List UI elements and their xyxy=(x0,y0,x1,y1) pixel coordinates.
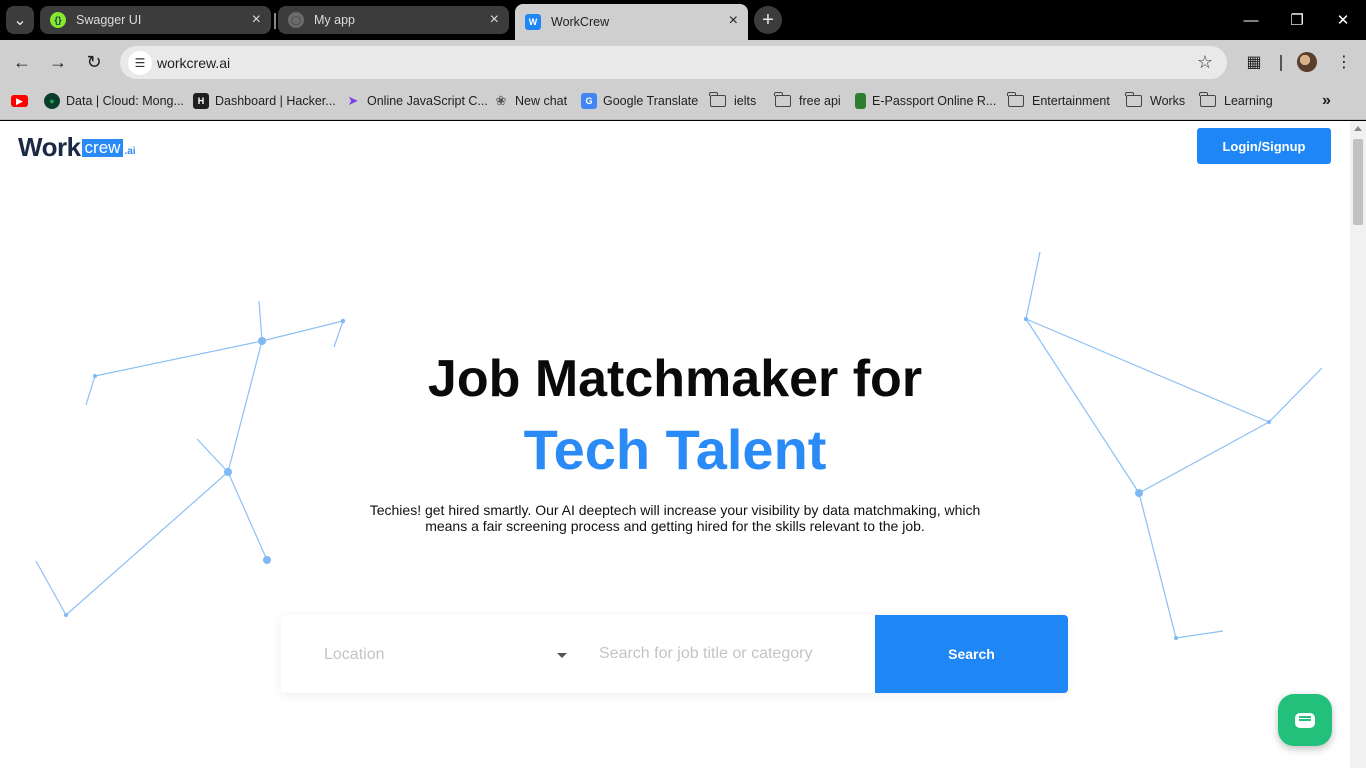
login-signup-button[interactable]: Login/Signup xyxy=(1197,128,1331,164)
javascript-icon: ➤ xyxy=(347,93,359,108)
chevron-down-icon: ⌄ xyxy=(13,12,27,29)
back-button[interactable]: ← xyxy=(10,50,34,74)
url-text[interactable]: workcrew.ai xyxy=(157,55,230,71)
star-icon[interactable]: ☆ xyxy=(1197,52,1213,73)
logo-ai-text: .ai xyxy=(124,146,136,157)
tab-my-app[interactable]: ◯ My app × xyxy=(278,6,509,34)
forward-button[interactable]: → xyxy=(46,50,70,74)
hero-title-line-1: Job Matchmaker for xyxy=(427,350,923,408)
logo-work-text: Work xyxy=(18,132,81,162)
bookmark-label: E-Passport Online R... xyxy=(872,94,997,108)
bookmark-label: New chat xyxy=(515,94,568,108)
chat-icon xyxy=(1295,712,1315,728)
folder-icon xyxy=(1007,92,1024,107)
scroll-thumb[interactable] xyxy=(1353,139,1363,225)
bookmark-label: free api xyxy=(799,94,841,108)
bookmark-folder-learning[interactable]: Learning xyxy=(1199,92,1273,110)
folder-icon xyxy=(709,92,726,107)
bookmark-label: Works xyxy=(1150,94,1186,108)
close-window-button[interactable]: ✕ xyxy=(1320,8,1366,32)
bookmark-label: Entertainment xyxy=(1032,94,1110,108)
plus-icon: + xyxy=(762,8,774,31)
job-search-input[interactable] xyxy=(599,639,859,669)
webpage: Work crew .ai Login/Signup Job Matchmake… xyxy=(0,121,1350,768)
restore-button[interactable]: ❐ xyxy=(1274,8,1320,32)
folder-icon xyxy=(1125,92,1142,107)
page-scrollbar[interactable] xyxy=(1350,121,1366,768)
bookmarks-bar: ▶ ● Data | Cloud: Mong... H Dashboard | … xyxy=(0,84,1366,120)
tab-title: My app xyxy=(314,13,355,27)
close-icon: ✕ xyxy=(1336,12,1350,29)
bookmark-javascript[interactable]: ➤ Online JavaScript C... xyxy=(345,92,488,110)
bookmark-hackerrank[interactable]: H Dashboard | Hacker... xyxy=(193,92,336,110)
bookmark-google-translate[interactable]: G Google Translate xyxy=(581,92,698,110)
swagger-icon: {} xyxy=(50,12,66,28)
location-select[interactable]: Location xyxy=(324,646,385,664)
hero-title-line-2: Tech Talent xyxy=(523,418,827,481)
search-button[interactable]: Search xyxy=(875,615,1068,693)
bookmark-label: Dashboard | Hacker... xyxy=(215,94,336,108)
tab-separator xyxy=(274,13,276,29)
workcrew-logo[interactable]: Work crew .ai xyxy=(18,131,136,161)
arrow-left-icon: ← xyxy=(13,51,31,72)
workcrew-icon: W xyxy=(525,14,541,30)
minimize-icon: — xyxy=(1243,11,1259,29)
reload-button[interactable]: ↻ xyxy=(82,50,106,74)
folder-icon xyxy=(1199,92,1216,107)
more-bookmarks-button[interactable]: » xyxy=(1322,92,1331,110)
hero-description: Techies! get hired smartly. Our AI deept… xyxy=(369,502,981,534)
address-bar[interactable]: ☰ workcrew.ai ☆ xyxy=(120,46,1227,79)
close-icon[interactable]: × xyxy=(252,12,261,28)
new-tab-button[interactable]: + xyxy=(754,6,782,34)
site-settings-icon[interactable]: ☰ xyxy=(128,51,152,75)
extensions-icon[interactable]: ▦ xyxy=(1243,51,1265,73)
passport-icon xyxy=(855,93,866,109)
chat-widget-button[interactable] xyxy=(1278,694,1332,746)
restore-icon: ❐ xyxy=(1290,12,1304,29)
minimize-button[interactable]: — xyxy=(1228,8,1274,32)
bookmark-new-chat[interactable]: ❀ New chat xyxy=(493,92,568,110)
close-icon[interactable]: × xyxy=(490,12,499,28)
bookmark-label: ielts xyxy=(734,94,757,108)
logo-crew-text: crew xyxy=(81,139,124,157)
caret-down-icon[interactable] xyxy=(557,653,567,658)
toolbar-divider xyxy=(1280,55,1282,71)
bookmark-folder-entertainment[interactable]: Entertainment xyxy=(1007,92,1110,110)
browser-toolbar: ← → ↻ ☰ workcrew.ai ☆ ▦ ⋮ xyxy=(0,40,1366,84)
bookmark-mongodb[interactable]: ● Data | Cloud: Mong... xyxy=(44,92,184,110)
bookmark-label: Data | Cloud: Mong... xyxy=(66,94,184,108)
scroll-up-icon[interactable] xyxy=(1354,126,1362,131)
double-chevron-right-icon: » xyxy=(1322,92,1331,109)
more-menu-icon[interactable]: ⋮ xyxy=(1333,51,1355,73)
bookmark-folder-works[interactable]: Works xyxy=(1125,92,1186,110)
hackerrank-icon: H xyxy=(193,93,209,109)
mongodb-icon: ● xyxy=(44,93,60,109)
globe-icon: ◯ xyxy=(288,12,304,28)
bookmark-label: Google Translate xyxy=(603,94,699,108)
tab-title: Swagger UI xyxy=(76,13,142,27)
bookmark-e-passport[interactable]: E-Passport Online R... xyxy=(855,92,996,110)
tab-workcrew[interactable]: W WorkCrew × xyxy=(515,4,748,40)
folder-icon xyxy=(774,92,791,107)
tab-search-button[interactable]: ⌄ xyxy=(6,6,34,34)
arrow-right-icon: → xyxy=(49,51,67,72)
chatgpt-icon: ❀ xyxy=(495,93,507,108)
bookmark-label: Learning xyxy=(1224,94,1273,108)
translate-icon: G xyxy=(581,93,597,109)
tab-strip: ⌄ {} Swagger UI × ◯ My app × W WorkCrew … xyxy=(0,0,1366,40)
reload-icon: ↻ xyxy=(86,51,102,72)
bookmark-youtube[interactable]: ▶ xyxy=(11,92,34,110)
tab-title: WorkCrew xyxy=(551,15,610,29)
close-icon[interactable]: × xyxy=(729,13,738,29)
bookmark-folder-free-api[interactable]: free api xyxy=(774,92,841,110)
bookmark-label: Online JavaScript C... xyxy=(367,94,488,108)
youtube-icon: ▶ xyxy=(11,95,28,107)
job-search-form: Location Search xyxy=(281,615,1068,693)
tab-swagger[interactable]: {} Swagger UI × xyxy=(40,6,271,34)
bookmark-folder-ielts[interactable]: ielts xyxy=(709,92,757,110)
avatar[interactable] xyxy=(1297,52,1317,72)
